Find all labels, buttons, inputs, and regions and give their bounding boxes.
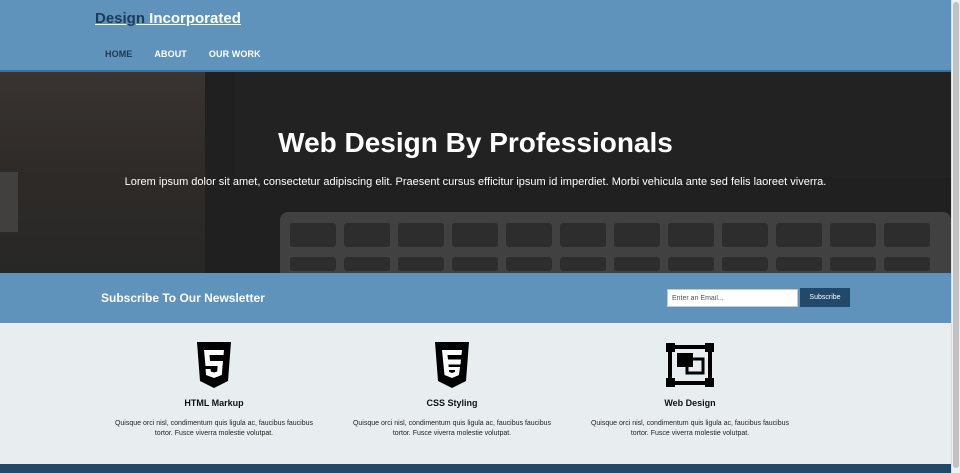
feature-text: Quisque orci nisl, condimentum quis ligu… bbox=[114, 420, 314, 437]
feature-title: CSS Styling bbox=[426, 398, 478, 408]
hero-banner: Web Design By Professionals Lorem ipsum … bbox=[0, 72, 951, 273]
subscribe-button[interactable]: Subscribe bbox=[800, 288, 850, 307]
features-section: HTML Markup Quisque orci nisl, condiment… bbox=[0, 323, 951, 464]
feature-title: Web Design bbox=[664, 398, 716, 408]
feature-text: Quisque orci nisl, condimentum quis ligu… bbox=[590, 420, 790, 437]
feature-title: HTML Markup bbox=[184, 398, 244, 408]
feature-text: Quisque orci nisl, condimentum quis ligu… bbox=[352, 420, 552, 437]
logo-accent: Design bbox=[95, 10, 146, 27]
feature-css: CSS Styling Quisque orci nisl, condiment… bbox=[345, 341, 559, 439]
nav-home[interactable]: HOME bbox=[105, 49, 132, 59]
site-header: Design Incorporated HOME ABOUT OUR WORK bbox=[0, 0, 951, 72]
web-design-icon bbox=[666, 343, 714, 387]
newsletter-title: Subscribe To Our Newsletter bbox=[101, 291, 265, 305]
scrollbar-thumb[interactable] bbox=[953, 2, 959, 468]
hero-overlay bbox=[0, 72, 951, 273]
site-logo[interactable]: Design Incorporated bbox=[95, 10, 241, 27]
css3-icon bbox=[435, 342, 469, 388]
hero-title: Web Design By Professionals bbox=[278, 127, 673, 158]
hero-subtitle: Lorem ipsum dolor sit amet, consectetur … bbox=[124, 176, 827, 188]
newsletter-bar: Subscribe To Our Newsletter Subscribe bbox=[0, 273, 951, 323]
footer-bar bbox=[0, 464, 951, 473]
logo-text: Incorporated bbox=[145, 10, 241, 27]
nav-about[interactable]: ABOUT bbox=[154, 49, 187, 59]
vertical-scrollbar[interactable] bbox=[951, 0, 960, 473]
main-nav: HOME ABOUT OUR WORK bbox=[105, 49, 283, 59]
feature-webdesign: Web Design Quisque orci nisl, condimentu… bbox=[583, 341, 797, 439]
feature-html: HTML Markup Quisque orci nisl, condiment… bbox=[107, 341, 321, 439]
nav-our-work[interactable]: OUR WORK bbox=[209, 49, 261, 59]
html5-icon bbox=[197, 342, 231, 388]
email-input[interactable] bbox=[667, 289, 798, 307]
